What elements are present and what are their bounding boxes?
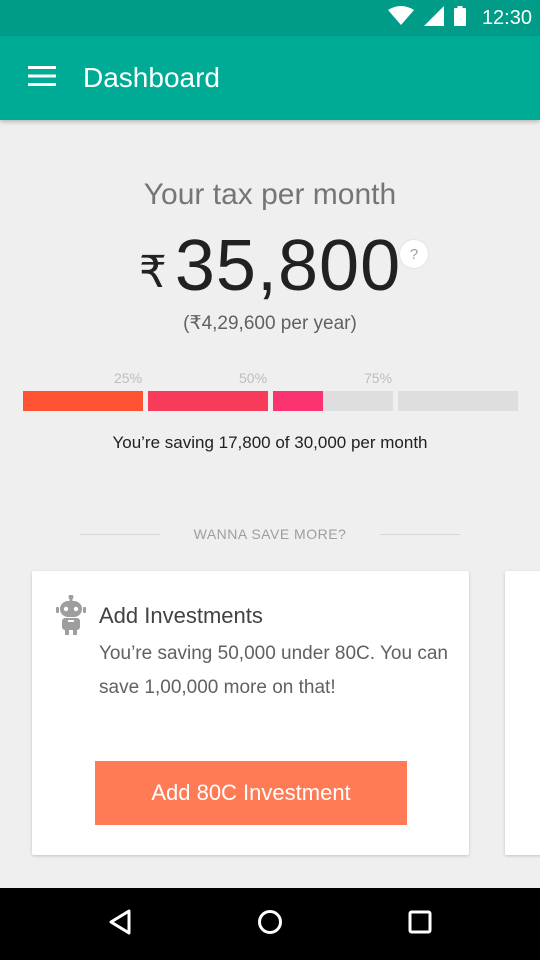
tick-label: 25% [114, 370, 143, 386]
tick-label: 50% [239, 370, 268, 386]
app-bar: Dashboard [0, 36, 540, 120]
wifi-icon [387, 5, 414, 31]
system-nav-bar [0, 888, 540, 960]
robot-icon [56, 594, 86, 635]
divider-line-right [380, 534, 460, 535]
progress-segment [398, 391, 518, 411]
progress-segment [273, 391, 393, 411]
section-divider: WANNA SAVE MORE? [0, 525, 540, 545]
status-time: 12:30 [481, 6, 532, 29]
progress-fill [23, 391, 143, 411]
back-icon [107, 908, 133, 941]
card-body: You’re saving 50,000 under 80C. You can … [99, 643, 448, 698]
progress-fill [148, 391, 268, 411]
currency-symbol: ₹ [138, 248, 167, 297]
home-button[interactable] [195, 888, 345, 960]
tax-label: Your tax per month [143, 178, 397, 211]
next-card[interactable] [505, 571, 540, 855]
monthly-tax-value: 35,800 [174, 226, 402, 306]
card-title: Add Investments [99, 603, 263, 628]
yearly-tax-value: (₹4,29,600 per year) [183, 313, 357, 334]
recents-button[interactable] [345, 888, 495, 960]
status-bar: 12:30 [0, 0, 540, 36]
progress-fill [273, 391, 324, 411]
cellular-signal-icon [423, 5, 444, 31]
battery-icon [453, 5, 466, 31]
menu-button[interactable] [0, 36, 84, 120]
progress-tick-labels: 25% 50% 75% [0, 370, 540, 388]
tick-label: 75% [364, 370, 393, 386]
savings-summary-text: You’re saving 17,800 of 30,000 per month [112, 433, 428, 452]
progress-segment [148, 391, 268, 411]
tax-amount: ₹ 35,800 [0, 224, 540, 308]
home-icon [256, 908, 284, 941]
savings-progress-bar [23, 391, 518, 411]
page-title: Dashboard [83, 62, 220, 93]
status-icons: 12:30 [387, 5, 532, 31]
add-80c-investment-button[interactable]: Add 80C Investment [95, 761, 407, 825]
suggestion-card: Add Investments You’re saving 50,000 und… [32, 571, 469, 855]
back-button[interactable] [45, 888, 195, 960]
progress-segment [23, 391, 143, 411]
recents-icon [407, 909, 433, 940]
help-button[interactable]: ? [400, 240, 428, 268]
hamburger-menu-icon [28, 65, 56, 91]
